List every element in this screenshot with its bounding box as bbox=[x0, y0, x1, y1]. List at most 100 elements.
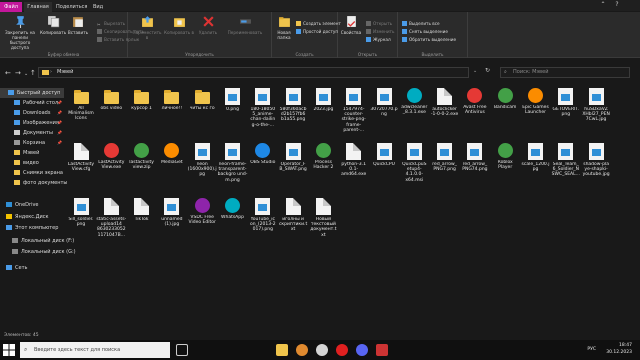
select-none-button[interactable]: Снять выделение bbox=[402, 28, 448, 35]
file-item[interactable]: Seal_Team_ 6_Soldier_N SWC_SEAL... bbox=[551, 143, 581, 178]
file-item[interactable]: scale_1200.jpg bbox=[521, 143, 551, 172]
recent-locations-icon[interactable]: ⌄ bbox=[24, 71, 28, 77]
file-item[interactable]: личное!! bbox=[157, 88, 187, 111]
file-item[interactable]: 2023.jpg bbox=[308, 88, 338, 112]
copy-to-button[interactable]: Копировать в bbox=[164, 15, 194, 35]
discord-taskbar-icon[interactable] bbox=[356, 344, 368, 356]
sidebar-item[interactable]: Снимки экрана bbox=[0, 168, 64, 178]
up-arrow-icon[interactable]: ↑ bbox=[30, 69, 36, 77]
sidebar-item[interactable]: Локальный диск (F:) bbox=[0, 236, 74, 246]
rename-button[interactable]: Переименовать bbox=[224, 15, 266, 35]
sidebar-item[interactable]: Корзина 📌 bbox=[0, 138, 64, 148]
file-item[interactable]: VSDC Free Video Editor bbox=[187, 198, 217, 225]
invert-selection-button[interactable]: Обратить выделение bbox=[402, 36, 456, 43]
file-item[interactable]: Avast Free Antivirus bbox=[460, 88, 490, 115]
file-item[interactable]: GETOVERIT. png bbox=[551, 88, 581, 117]
open-button[interactable]: Открыть bbox=[366, 20, 392, 27]
taskbar-search-input[interactable]: ⌕ Введите здесь текст для поиска bbox=[20, 342, 170, 358]
breadcrumb[interactable]: Мэвей bbox=[57, 68, 73, 77]
history-button[interactable]: Журнал bbox=[366, 36, 391, 43]
properties-button[interactable]: Свойства bbox=[340, 15, 362, 35]
ribbon-collapse-icon[interactable]: ⌃ bbox=[598, 1, 608, 9]
opera-taskbar-icon[interactable] bbox=[336, 344, 348, 356]
sidebar-item[interactable]: Сеть bbox=[0, 263, 64, 273]
sidebar-item[interactable]: видео bbox=[0, 158, 64, 168]
file-item[interactable]: LastActivity View.exe bbox=[96, 143, 126, 170]
file-item[interactable]: Epic Games Launcher bbox=[521, 88, 551, 115]
obs-taskbar-icon[interactable] bbox=[316, 344, 328, 356]
new-folder-button[interactable]: Новая папка bbox=[274, 15, 294, 40]
tab-home[interactable]: Главная bbox=[24, 2, 52, 12]
file-item[interactable]: lastactivity view.zip bbox=[127, 143, 157, 170]
system-tray[interactable]: РУС 18:47 30.12.2023 bbox=[587, 342, 632, 356]
file-item[interactable]: QuickCpuS etup4-4.1.0.0-x64.msi bbox=[399, 143, 429, 183]
file-item[interactable]: LastActivity View.cfg bbox=[66, 143, 96, 172]
file-item[interactable]: Roblox Player bbox=[490, 143, 520, 170]
file-item[interactable]: 0.png bbox=[218, 88, 248, 112]
file-item[interactable]: Operator_F B_SWAT.png bbox=[278, 143, 308, 172]
file-item[interactable]: OBS Studio bbox=[248, 143, 278, 165]
tab-view[interactable]: Вид bbox=[93, 2, 103, 12]
new-item-button[interactable]: Создать элемент bbox=[296, 20, 341, 27]
forward-arrow-icon[interactable]: → bbox=[15, 69, 21, 77]
sidebar-item[interactable]: Мэвей bbox=[0, 148, 64, 158]
tab-file[interactable]: Файл bbox=[0, 2, 22, 12]
file-item[interactable]: All Minimalism Icons bbox=[66, 88, 96, 122]
file-item[interactable]: YouTube_ic on_(2013-2 017).png bbox=[248, 198, 278, 233]
file-item[interactable]: TikTok bbox=[127, 198, 157, 222]
file-item[interactable]: red_arrow_ PNG74.png bbox=[460, 143, 490, 172]
pin-quick-access-button[interactable]: Закрепить на панели быстрого доступа bbox=[2, 15, 38, 50]
file-item[interactable]: unnamed (1).jpg bbox=[157, 198, 187, 227]
sidebar-item[interactable]: Документы 📌 bbox=[0, 128, 64, 138]
file-item[interactable]: autoclicker -1-0-0-2.exe bbox=[430, 88, 460, 117]
sidebar-item[interactable]: фото документы bbox=[0, 178, 67, 188]
app-taskbar-icon[interactable] bbox=[376, 344, 388, 356]
address-dropdown-icon[interactable]: ⌄ bbox=[473, 68, 477, 74]
file-item[interactable]: Bandicam bbox=[490, 88, 520, 110]
file-item[interactable]: иголны и скриптики.txt bbox=[278, 198, 308, 233]
browser-taskbar-icon[interactable] bbox=[296, 344, 308, 356]
file-item[interactable]: python-3.1 0.1-amd64.exe bbox=[339, 143, 369, 178]
delete-button[interactable]: Удалить bbox=[196, 15, 220, 35]
select-all-button[interactable]: Выделить все bbox=[402, 20, 440, 27]
refresh-icon[interactable]: ↻ bbox=[485, 67, 490, 74]
file-item[interactable]: huSDxaVZ XHbl27_PEN7CwL.jpg bbox=[581, 88, 611, 123]
task-view-icon[interactable] bbox=[176, 344, 188, 356]
file-item[interactable]: obs video bbox=[96, 88, 126, 111]
sidebar-item[interactable]: Локальный диск (G:) bbox=[0, 247, 76, 257]
help-icon[interactable]: ? bbox=[612, 1, 622, 9]
copy-button[interactable]: Копировать bbox=[40, 15, 66, 35]
file-item[interactable]: 30720770.png bbox=[369, 88, 399, 117]
cut-button[interactable]: ✂ Вырезать bbox=[97, 20, 125, 27]
file-item[interactable]: 580f360acb d2b157fb6 b1a55.png bbox=[278, 88, 308, 123]
language-indicator[interactable]: РУС bbox=[587, 346, 596, 353]
file-item[interactable]: 1547974-counter-strike-png-frame-parent-… bbox=[339, 88, 369, 133]
sidebar-item[interactable]: Изображения 📌 bbox=[0, 118, 64, 128]
file-item[interactable]: neon-frame-transparent-backgro und-m.png bbox=[218, 143, 248, 183]
file-item[interactable]: WhatsApp bbox=[218, 198, 248, 220]
search-input[interactable]: ⌕ Поиск: Мэвей bbox=[500, 67, 630, 78]
file-item[interactable]: Process Hacker 2 bbox=[308, 143, 338, 170]
file-item[interactable]: 180-18050 5_anime-chan-dailin g-o-the-..… bbox=[248, 88, 278, 128]
easy-access-button[interactable]: Простой доступ bbox=[296, 28, 338, 35]
file-item[interactable]: QuickCPU bbox=[369, 143, 399, 167]
windows-start-icon[interactable] bbox=[2, 343, 16, 357]
sidebar-item[interactable]: Downloads 📌 bbox=[0, 108, 64, 118]
sidebar-item[interactable]: Этот компьютер bbox=[0, 223, 64, 233]
file-item[interactable]: Sill_soldier. png bbox=[66, 198, 96, 227]
sidebar-item[interactable]: Яндекс.Диск bbox=[0, 212, 64, 222]
address-bar[interactable]: › Мэвей bbox=[38, 67, 469, 78]
file-item[interactable]: Новый текстовый документ.t xt bbox=[308, 198, 338, 238]
move-to-button[interactable]: Переместить в bbox=[132, 15, 162, 40]
sidebar-item[interactable]: OneDrive bbox=[0, 200, 64, 210]
file-item[interactable]: red_arrow_ PNG7.png bbox=[430, 143, 460, 172]
sidebar-item[interactable]: Быстрый доступ bbox=[0, 88, 64, 98]
file-item[interactable]: читы кс го bbox=[187, 88, 217, 111]
tab-share[interactable]: Поделиться bbox=[56, 2, 87, 12]
file-item[interactable]: MediaGet bbox=[157, 143, 187, 165]
file-item[interactable]: курсор 1 bbox=[127, 88, 157, 111]
paste-button[interactable]: Вставить bbox=[67, 15, 89, 35]
file-item[interactable]: adwcleaner _8.3.1.exe bbox=[399, 88, 429, 115]
file-item[interactable]: static-assets-upload14 86302330521171047… bbox=[96, 198, 126, 238]
file-explorer-taskbar-icon[interactable] bbox=[276, 344, 288, 356]
